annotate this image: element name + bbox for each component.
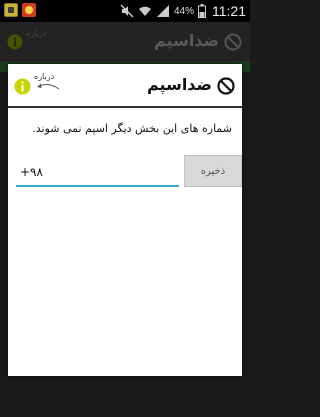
anti-spam-dialog: درباره ضداسپم شماره های این بخش دیگر اسپ… [8, 64, 242, 376]
status-clock: 11:21 [212, 3, 246, 19]
status-bar: 44% 11:21 [0, 0, 250, 22]
background-header: درباره ضداسپم [0, 22, 250, 62]
background-about-label: درباره [26, 29, 47, 38]
background-footer [0, 376, 250, 417]
battery-icon [198, 4, 206, 18]
dialog-header: درباره ضداسپم [8, 64, 242, 108]
background-title: ضداسپم [154, 31, 219, 50]
curved-arrow-icon [37, 83, 60, 90]
wifi-icon [138, 6, 151, 16]
save-button[interactable]: ذخیره [184, 155, 242, 187]
mute-icon [120, 4, 134, 18]
battery-percent: 44% [173, 5, 194, 17]
about-label[interactable]: درباره [34, 72, 54, 81]
dialog-message: شماره های این بخش دیگر اسپم نمی شوند. [32, 122, 232, 135]
block-icon [217, 77, 235, 95]
signal-icon [156, 5, 169, 17]
phone-number-input[interactable] [16, 159, 179, 187]
info-icon[interactable] [14, 78, 31, 95]
dialog-title: ضداسپم [147, 75, 212, 94]
notification-app-icon [4, 3, 18, 17]
notification-gift-icon [22, 3, 36, 17]
block-icon [224, 33, 242, 51]
info-icon [7, 34, 23, 50]
